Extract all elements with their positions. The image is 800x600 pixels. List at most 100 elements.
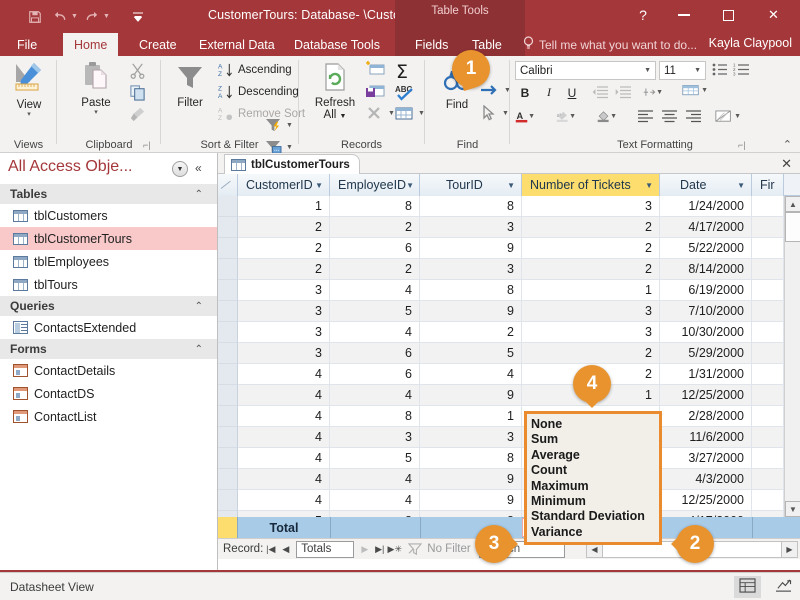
table-cell[interactable]: 8 [420, 280, 522, 301]
previous-record-button[interactable]: ◀ [278, 544, 293, 555]
paste-chevron-down-icon[interactable]: ▾ [94, 109, 98, 117]
scroll-down-icon[interactable]: ▼ [785, 501, 800, 517]
help-icon[interactable]: ? [625, 0, 661, 30]
table-cell[interactable]: 6 [330, 238, 420, 259]
cut-button[interactable] [129, 62, 146, 79]
table-cell[interactable] [752, 385, 784, 406]
new-record-button-nav[interactable]: ▶✳ [387, 544, 402, 555]
nav-pane-collapse-icon[interactable]: « [195, 161, 202, 175]
bold-button[interactable]: B [515, 83, 535, 102]
table-cell[interactable] [752, 196, 784, 217]
table-row[interactable]: 18831/24/2000 [218, 196, 800, 217]
table-cell[interactable]: 2 [522, 343, 660, 364]
collapse-ribbon-icon[interactable]: ⌃ [783, 138, 792, 151]
table-cell[interactable]: 3 [522, 301, 660, 322]
spelling-button[interactable]: ABC [394, 83, 416, 101]
font-color-button[interactable]: A ▼ [515, 107, 535, 126]
text-formatting-dialog-launcher-icon[interactable]: ⌐| [738, 140, 746, 150]
table-cell[interactable]: 1/24/2000 [660, 196, 752, 217]
table-cell[interactable]: 2 [330, 217, 420, 238]
underline-button[interactable]: U [562, 83, 582, 102]
align-center-button[interactable] [659, 107, 679, 126]
table-cell[interactable] [752, 217, 784, 238]
numbering-button[interactable]: 123 [732, 59, 752, 78]
nav-group-forms[interactable]: Forms ⌃ [0, 339, 217, 359]
tab-external-data[interactable]: External Data [188, 33, 286, 56]
clipboard-dialog-launcher-icon[interactable]: ⌐| [143, 140, 151, 150]
undo-chevron-down-icon[interactable]: ▼ [71, 13, 78, 20]
vertical-scrollbar[interactable]: ▲ ▼ [784, 196, 800, 517]
nav-group-queries[interactable]: Queries ⌃ [0, 296, 217, 316]
row-selector[interactable] [218, 217, 238, 238]
row-selector[interactable] [218, 469, 238, 490]
table-cell[interactable]: 4 [330, 280, 420, 301]
customize-qat-icon[interactable] [127, 6, 149, 27]
document-tab-tblcustomertours[interactable]: tblCustomerTours [224, 154, 360, 174]
table-cell[interactable]: 4 [330, 322, 420, 343]
table-cell[interactable]: 2 [522, 259, 660, 280]
chevron-down-icon[interactable]: ▼ [315, 181, 323, 190]
table-cell[interactable] [752, 322, 784, 343]
table-cell[interactable]: 9 [420, 301, 522, 322]
first-record-button[interactable]: |◀ [263, 544, 278, 555]
tab-file[interactable]: File [6, 33, 48, 56]
column-header-number-of-tickets[interactable]: Number of Tickets ▼ [522, 174, 660, 196]
table-row[interactable]: 342310/30/2000 [218, 322, 800, 343]
highlight-chevron-down-icon[interactable]: ▼ [569, 113, 576, 120]
table-cell[interactable]: 4 [238, 406, 330, 427]
maximize-button[interactable] [706, 0, 751, 30]
font-name-combobox[interactable]: Calibri ▼ [515, 61, 656, 80]
bullets-button[interactable] [710, 59, 730, 78]
table-cell[interactable]: 6 [330, 364, 420, 385]
table-cell[interactable]: 8 [420, 196, 522, 217]
aggregate-option-variance[interactable]: Variance [531, 525, 659, 540]
row-selector[interactable] [218, 280, 238, 301]
nav-item-tblcustomers[interactable]: tblCustomers [0, 204, 217, 227]
vertical-scroll-thumb[interactable] [785, 212, 800, 242]
goto-button[interactable]: ▼ [480, 83, 511, 97]
table-cell[interactable]: 3 [238, 280, 330, 301]
table-cell[interactable]: 2 [238, 238, 330, 259]
table-cell[interactable]: 1 [420, 406, 522, 427]
table-cell[interactable]: 9 [420, 469, 522, 490]
table-cell[interactable]: 5/29/2000 [660, 343, 752, 364]
more-records-button[interactable]: ▼ [394, 105, 425, 121]
align-right-button[interactable] [683, 107, 703, 126]
text-highlight-button[interactable]: ab ▼ [556, 107, 576, 126]
chevron-up-icon[interactable]: ⌃ [195, 344, 203, 355]
font-size-chevron-down-icon[interactable]: ▼ [694, 67, 701, 74]
table-cell[interactable]: 2 [522, 238, 660, 259]
alternate-row-color-button[interactable]: ▼ [715, 107, 741, 126]
table-cell[interactable]: 9 [420, 385, 522, 406]
last-record-button[interactable]: ▶| [372, 544, 387, 555]
select-button[interactable]: ▼ [480, 105, 509, 121]
alternate-fill-chevron-down-icon[interactable]: ▼ [734, 113, 741, 120]
selection-chevron-down-icon[interactable]: ▼ [286, 122, 293, 129]
table-cell[interactable]: 9 [420, 238, 522, 259]
table-cell[interactable]: 9 [420, 490, 522, 511]
column-header-customerid[interactable]: CustomerID ▼ [238, 174, 330, 196]
refresh-all-button[interactable]: Refresh All ▼ [306, 62, 364, 123]
row-selector[interactable] [218, 385, 238, 406]
table-row[interactable]: 449112/25/2000 [218, 385, 800, 406]
row-selector[interactable] [218, 301, 238, 322]
copy-button[interactable] [129, 84, 146, 101]
datasheet-view-icon[interactable] [734, 576, 761, 598]
table-cell[interactable]: 1 [522, 280, 660, 301]
row-selector[interactable] [218, 322, 238, 343]
table-cell[interactable]: 7/10/2000 [660, 301, 752, 322]
aggregate-option-count[interactable]: Count [531, 463, 659, 478]
table-cell[interactable]: 4 [330, 385, 420, 406]
table-cell[interactable]: 5 [330, 448, 420, 469]
row-selector[interactable] [218, 238, 238, 259]
chevron-down-icon[interactable]: ▼ [507, 181, 515, 190]
table-cell[interactable]: 3 [420, 427, 522, 448]
save-icon[interactable] [24, 6, 46, 27]
filter-button[interactable]: Filter [167, 64, 213, 109]
table-cell[interactable] [752, 238, 784, 259]
table-row[interactable]: 43311/6/2000 [218, 427, 800, 448]
row-selector[interactable] [218, 364, 238, 385]
tab-fields[interactable]: Fields [404, 33, 459, 56]
table-cell[interactable]: 3 [522, 196, 660, 217]
table-cell[interactable]: 4 [330, 490, 420, 511]
